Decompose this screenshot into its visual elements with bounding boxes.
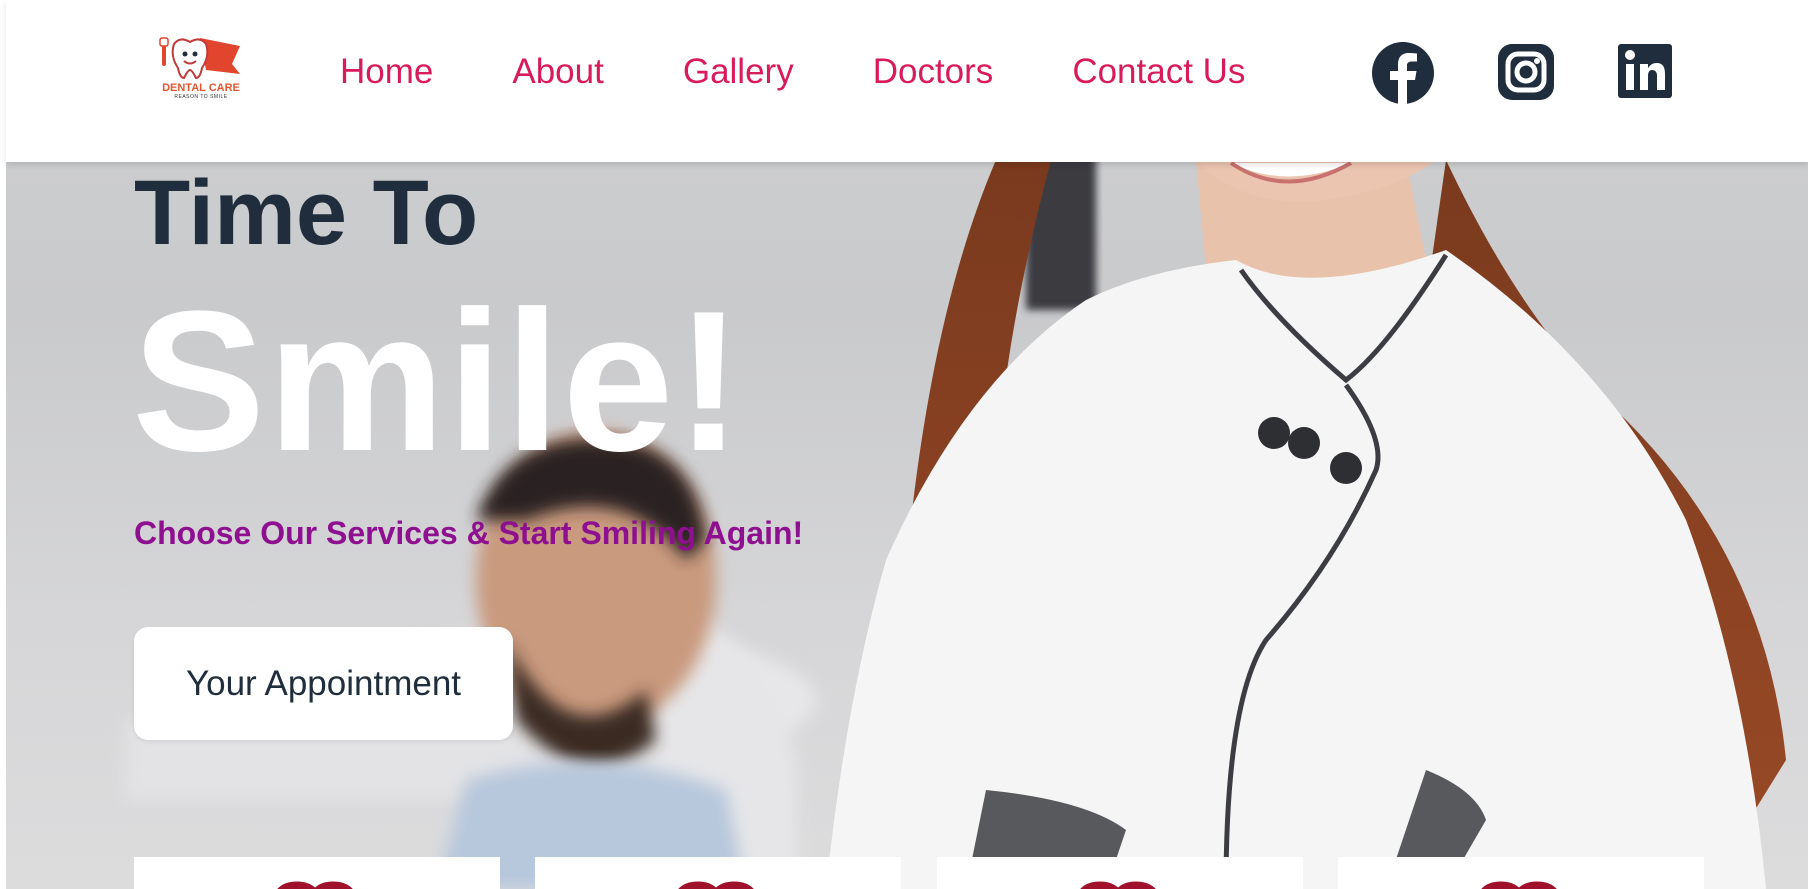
service-card[interactable] — [535, 857, 901, 889]
site-logo[interactable]: DENTAL CARE REASON TO SMILE — [156, 34, 246, 104]
linkedin-icon — [1618, 44, 1672, 98]
service-card[interactable] — [134, 857, 500, 889]
nav-home[interactable]: Home — [340, 48, 433, 96]
facebook-icon — [1372, 42, 1434, 104]
facebook-link[interactable] — [1372, 42, 1434, 104]
service-icon — [1481, 881, 1557, 889]
service-icon — [1080, 881, 1156, 889]
site-header: DENTAL CARE REASON TO SMILE Home About G… — [6, 0, 1808, 162]
hero-heading-line2: Smile! — [132, 270, 745, 493]
nav-doctors[interactable]: Doctors — [873, 48, 994, 96]
nav-gallery[interactable]: Gallery — [683, 48, 794, 96]
tooth-mascot-logo-icon — [159, 37, 240, 80]
page: DENTAL CARE REASON TO SMILE Home About G… — [0, 0, 1808, 889]
nav-about[interactable]: About — [512, 48, 603, 96]
main-nav: Home About Gallery Doctors Contact Us — [340, 48, 1324, 96]
instagram-link[interactable] — [1496, 42, 1556, 102]
logo-brand-text: DENTAL CARE — [162, 82, 240, 94]
service-card[interactable] — [1338, 857, 1704, 889]
instagram-icon — [1498, 44, 1554, 100]
service-icon — [277, 881, 353, 889]
service-icon — [678, 881, 754, 889]
logo-tagline: REASON TO SMILE — [174, 94, 228, 100]
linkedin-link[interactable] — [1616, 42, 1674, 100]
hero-subtitle: Choose Our Services & Start Smiling Agai… — [134, 515, 804, 551]
hero-heading-line1: Time To — [134, 162, 479, 264]
service-card[interactable] — [937, 857, 1303, 889]
appointment-button[interactable]: Your Appointment — [134, 627, 513, 740]
nav-contact-us[interactable]: Contact Us — [1072, 48, 1245, 96]
